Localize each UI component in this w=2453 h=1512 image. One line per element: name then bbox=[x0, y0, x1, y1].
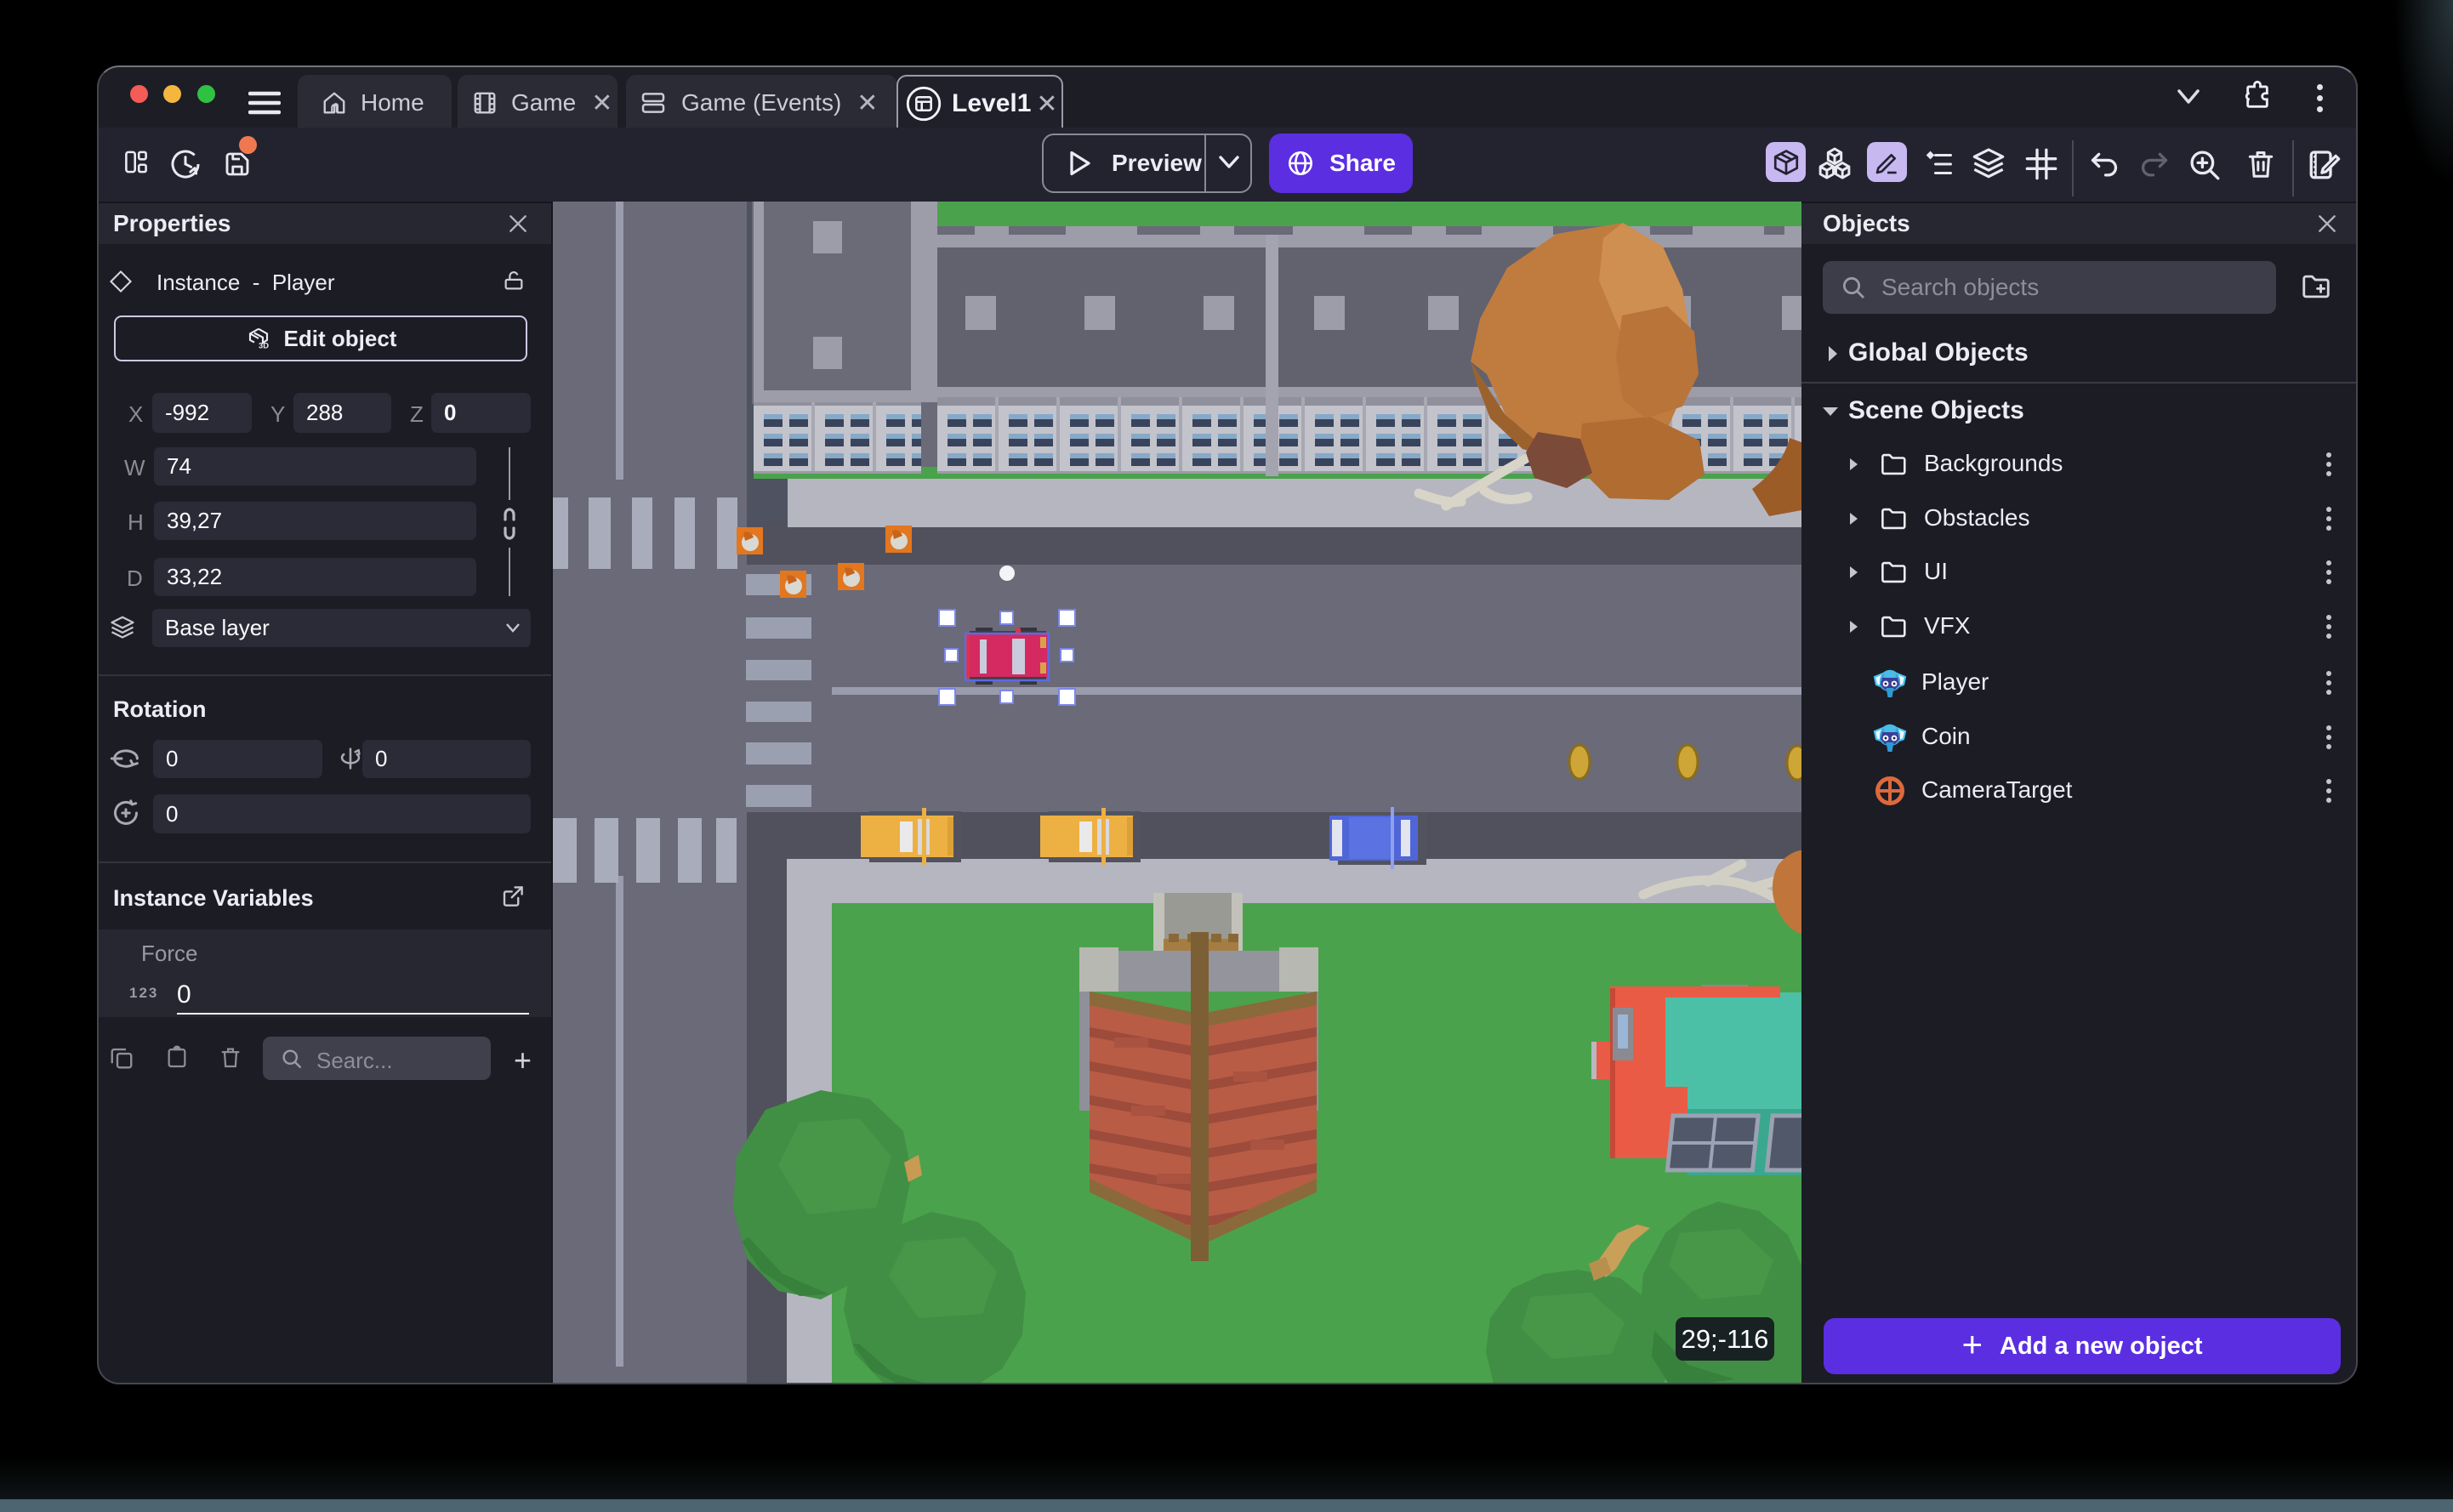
svg-text:3D: 3D bbox=[259, 341, 269, 350]
svg-text:29;-116: 29;-116 bbox=[1682, 1324, 1769, 1354]
